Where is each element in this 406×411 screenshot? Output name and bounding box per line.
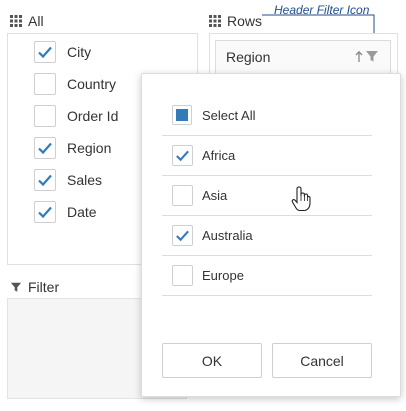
filter-item-europe[interactable]: Europe (172, 265, 244, 286)
field-item-country[interactable]: Country (34, 72, 116, 96)
cancel-button[interactable]: Cancel (272, 343, 372, 378)
field-label: Country (67, 76, 117, 92)
field-item-region[interactable]: Region (34, 136, 111, 160)
separator (162, 255, 372, 256)
header-filter-dropdown: Select All Africa Asia Australia Europe … (141, 73, 401, 397)
checkbox-checked[interactable] (34, 41, 56, 63)
checkbox-checked[interactable] (172, 225, 193, 246)
rows-section-header: Rows (209, 13, 262, 29)
select-all-label: Select All (202, 107, 256, 123)
all-section-header: All (10, 13, 44, 29)
filter-section-header: Filter (10, 279, 59, 295)
all-section-title: All (28, 13, 44, 29)
filter-item-label: Australia (202, 228, 253, 243)
checkbox-checked[interactable] (34, 137, 56, 159)
filter-item-label: Asia (202, 188, 228, 203)
checkbox-checked[interactable] (172, 145, 193, 166)
checkbox-checked[interactable] (34, 169, 56, 191)
grid-icon (209, 15, 221, 27)
field-label: Region (67, 140, 112, 156)
checkbox-unchecked[interactable] (172, 265, 193, 286)
field-item-sales[interactable]: Sales (34, 168, 102, 192)
field-item-date[interactable]: Date (34, 200, 97, 224)
filter-item-asia[interactable]: Asia (172, 185, 227, 206)
field-item-city[interactable]: City (34, 40, 91, 64)
filter-section-title: Filter (28, 279, 60, 295)
separator (162, 175, 372, 176)
ok-button[interactable]: OK (162, 343, 262, 378)
filter-item-australia[interactable]: Australia (172, 225, 253, 246)
hand-cursor-icon (291, 186, 311, 212)
rows-section-title: Rows (227, 13, 263, 29)
grid-icon (10, 15, 22, 27)
field-label: Date (67, 204, 97, 220)
filter-item-africa[interactable]: Africa (172, 145, 235, 166)
checkbox-unchecked[interactable] (34, 105, 56, 127)
field-label: Sales (67, 172, 103, 188)
separator (162, 135, 372, 136)
checkbox-unchecked[interactable] (172, 185, 193, 206)
filter-icon (10, 282, 22, 292)
filter-icon[interactable] (365, 49, 379, 63)
sort-arrow-icon[interactable] (355, 51, 363, 63)
rows-field-label: Region (226, 49, 271, 65)
separator (162, 215, 372, 216)
field-item-order-id[interactable]: Order Id (34, 104, 118, 128)
filter-item-label: Africa (202, 148, 236, 163)
select-all-item[interactable]: Select All (172, 105, 255, 125)
checkbox-unchecked[interactable] (34, 73, 56, 95)
filter-item-label: Europe (202, 268, 244, 283)
checkbox-indeterminate[interactable] (172, 105, 192, 125)
field-label: City (67, 44, 92, 60)
checkbox-checked[interactable] (34, 201, 56, 223)
field-label: Order Id (67, 108, 119, 124)
separator (162, 295, 372, 296)
